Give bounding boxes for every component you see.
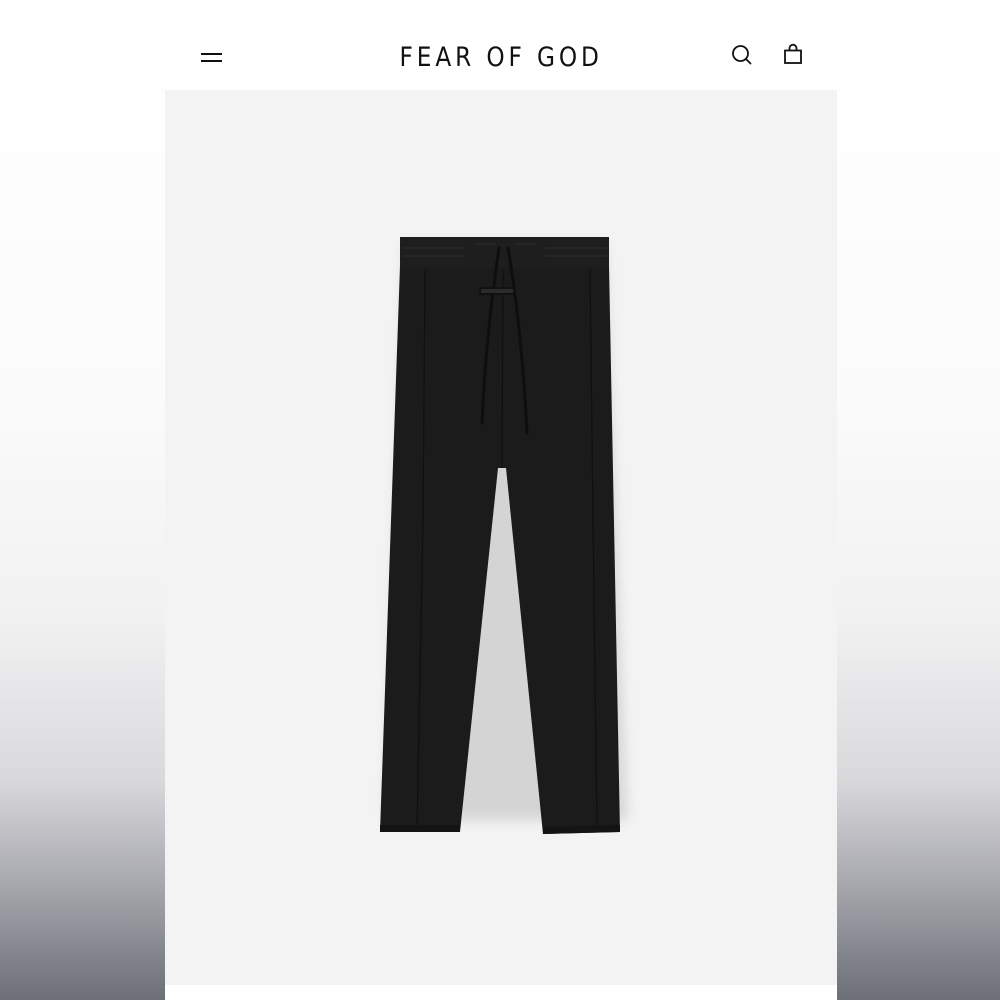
bag-button[interactable] [780,42,806,68]
product-image-area[interactable] [165,90,837,985]
search-icon [732,45,752,65]
brand-logo[interactable]: FEAR OF GOD [212,40,790,76]
app-screen: FEAR OF GOD [165,0,837,1000]
search-button[interactable] [729,42,755,68]
product-image-pants [380,237,627,834]
shopping-bag-icon [784,43,802,64]
site-header: FEAR OF GOD [165,0,837,90]
